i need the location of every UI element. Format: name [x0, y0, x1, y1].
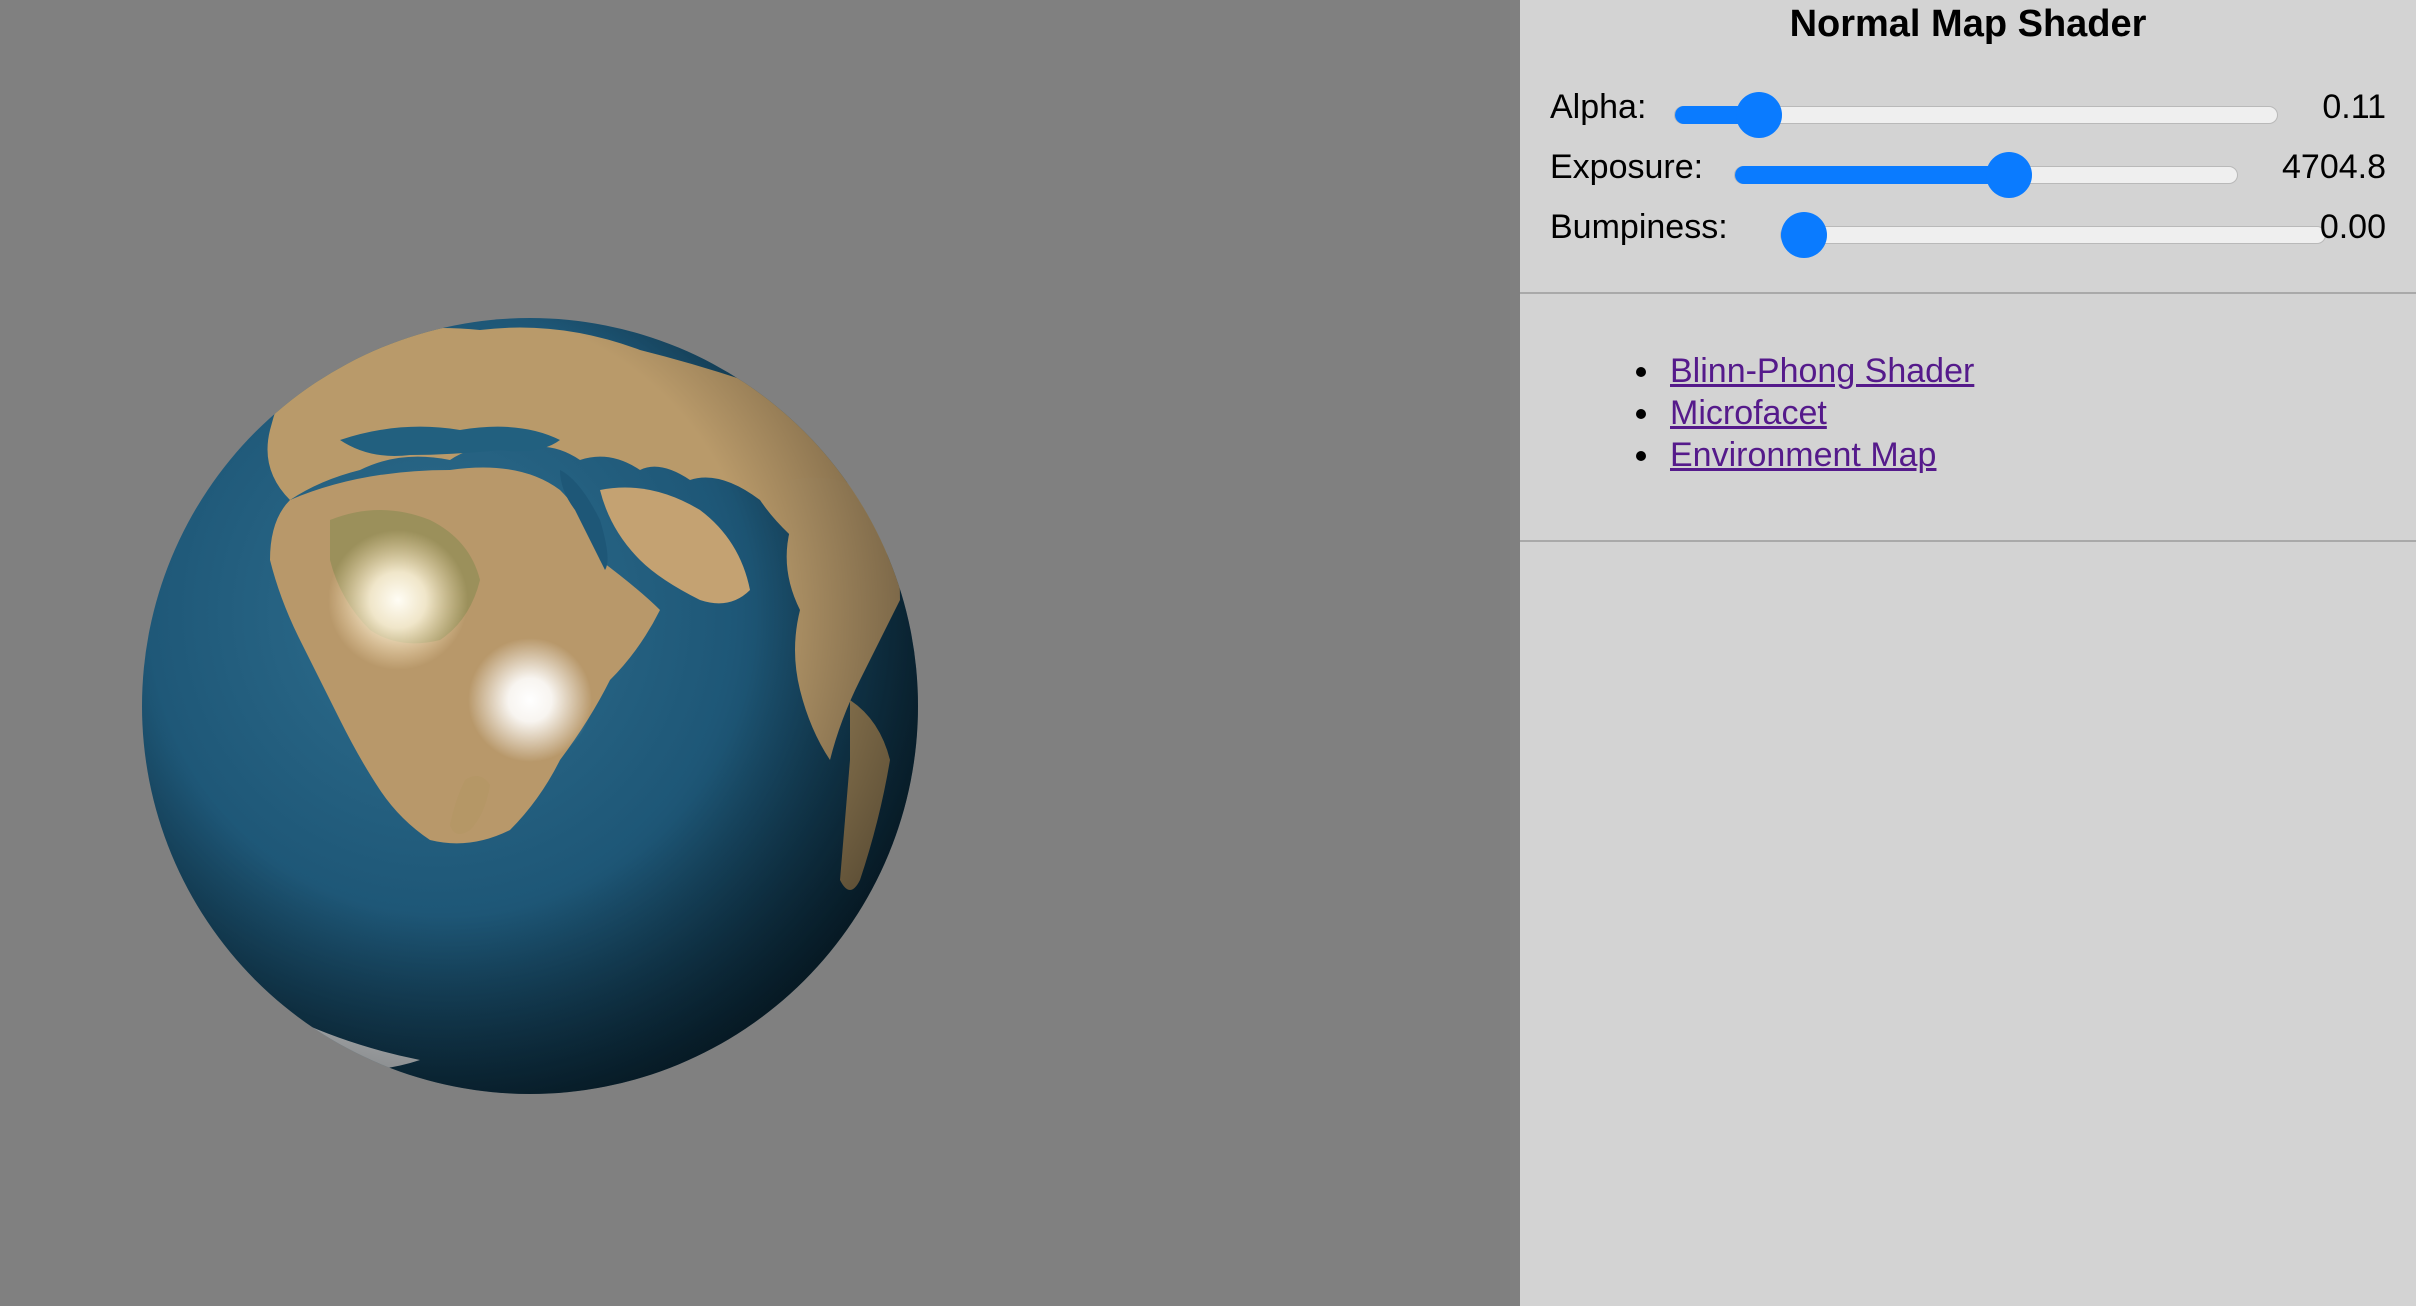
- shader-links-list: Blinn-Phong Shader Microfacet Environmen…: [1636, 350, 1974, 476]
- bumpiness-control: Bumpiness: 0.00: [1550, 202, 2386, 258]
- exposure-slider[interactable]: [1734, 152, 2238, 198]
- alpha-label: Alpha:: [1550, 88, 1647, 126]
- exposure-control: Exposure: 4704.8: [1550, 142, 2386, 198]
- bumpiness-value: 0.00: [2319, 208, 2386, 246]
- list-item: Environment Map: [1636, 434, 1974, 476]
- alpha-control: Alpha: 0.11: [1550, 82, 2386, 138]
- divider-bottom: [1520, 540, 2416, 542]
- exposure-slider-fill: [1735, 166, 2009, 184]
- divider-top: [1520, 292, 2416, 294]
- exposure-value: 4704.8: [2282, 148, 2386, 186]
- bullet-icon: [1636, 409, 1646, 419]
- bullet-icon: [1636, 367, 1646, 377]
- list-item: Blinn-Phong Shader: [1636, 350, 1974, 392]
- render-canvas[interactable]: [0, 0, 1520, 1306]
- exposure-slider-thumb[interactable]: [1985, 152, 2032, 198]
- earth-globe: [142, 318, 918, 1094]
- link-environment-map[interactable]: Environment Map: [1670, 436, 1936, 474]
- control-panel: Normal Map Shader Alpha: 0.11 Exposure: …: [1520, 0, 2416, 1306]
- link-blinn-phong-shader[interactable]: Blinn-Phong Shader: [1670, 352, 1974, 390]
- alpha-slider[interactable]: [1674, 92, 2278, 138]
- alpha-value: 0.11: [2322, 88, 2386, 126]
- link-microfacet[interactable]: Microfacet: [1670, 394, 1827, 432]
- bumpiness-label: Bumpiness:: [1550, 208, 1728, 246]
- list-item: Microfacet: [1636, 392, 1974, 434]
- exposure-label: Exposure:: [1550, 148, 1704, 186]
- bumpiness-slider[interactable]: [1780, 212, 2326, 258]
- panel-title: Normal Map Shader: [1789, 3, 2147, 45]
- bullet-icon: [1636, 451, 1646, 461]
- bumpiness-slider-thumb[interactable]: [1781, 212, 1827, 258]
- alpha-slider-thumb[interactable]: [1736, 92, 1783, 138]
